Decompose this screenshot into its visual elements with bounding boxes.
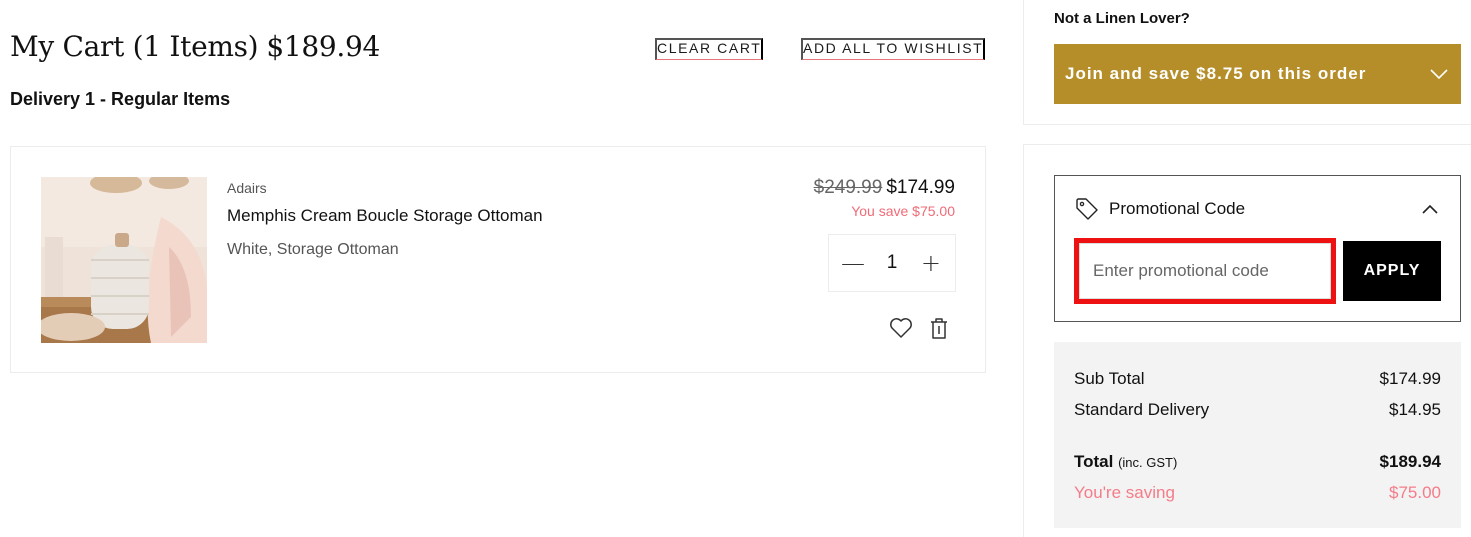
cart-title-text: My Cart (1 Items) [10, 30, 259, 63]
total-row: Total (inc. GST) $189.94 [1074, 452, 1441, 472]
total-label: Total [1074, 452, 1114, 471]
trash-icon[interactable] [929, 316, 949, 340]
add-all-to-wishlist-button[interactable]: ADD ALL TO WISHLIST [801, 38, 986, 60]
chevron-up-icon [1422, 204, 1438, 214]
promo-code-input[interactable] [1079, 243, 1331, 299]
subtotal-value: $174.99 [1379, 369, 1441, 388]
tag-icon [1076, 198, 1098, 220]
promo-code-section: Promotional Code APPLY [1054, 175, 1461, 322]
product-name[interactable]: Memphis Cream Boucle Storage Ottoman [227, 206, 543, 226]
cart-item: Adairs Memphis Cream Boucle Storage Otto… [10, 146, 986, 373]
you-save-text: You save $75.00 [851, 203, 955, 219]
membership-question: Not a Linen Lover? [1054, 10, 1190, 27]
join-and-save-label: Join and save $8.75 on this order [1065, 64, 1367, 83]
total-qualifier: (inc. GST) [1118, 455, 1178, 470]
subtotal-label: Sub Total [1074, 369, 1145, 388]
delivery-label: Standard Delivery [1074, 400, 1210, 419]
cart-total: $189.94 [266, 30, 380, 63]
price-block: $249.99 $174.99 You save $75.00 [814, 177, 955, 219]
quantity-value: 1 [886, 252, 898, 273]
saving-label: You're saving [1074, 483, 1175, 502]
heart-icon[interactable] [889, 317, 913, 339]
delivery-row: Standard Delivery $14.95 [1074, 400, 1441, 420]
total-label-group: Total (inc. GST) [1074, 452, 1177, 472]
total-value: $189.94 [1379, 452, 1441, 471]
join-and-save-toggle[interactable]: Join and save $8.75 on this order [1054, 44, 1461, 104]
delivery-value: $14.95 [1389, 400, 1441, 419]
price-row: $249.99 $174.99 [814, 177, 955, 199]
saving-row: You're saving $75.00 [1074, 483, 1441, 503]
apply-promo-button[interactable]: APPLY [1343, 241, 1441, 301]
product-variant: White, Storage Ottoman [227, 241, 399, 258]
original-price: $249.99 [813, 177, 883, 198]
promo-input-highlight [1074, 238, 1336, 304]
subtotal-row: Sub Total $174.99 [1074, 369, 1441, 389]
sale-price: $174.99 [886, 177, 955, 198]
product-brand: Adairs [227, 180, 267, 196]
delivery-heading: Delivery 1 - Regular Items [10, 89, 231, 109]
promo-code-toggle[interactable]: Promotional Code [1055, 194, 1460, 224]
chevron-down-icon [1430, 69, 1448, 79]
increase-quantity-button[interactable]: + [917, 249, 945, 277]
order-summary: Sub Total $174.99 Standard Delivery $14.… [1054, 342, 1461, 528]
quantity-stepper: — 1 + [828, 234, 956, 292]
decrease-quantity-button[interactable]: — [839, 249, 867, 277]
page-title: My Cart (1 Items) $189.94 [10, 30, 380, 63]
product-image[interactable] [41, 177, 207, 343]
saving-value: $75.00 [1389, 483, 1441, 502]
promo-code-label: Promotional Code [1109, 199, 1246, 218]
clear-cart-button[interactable]: CLEAR CART [655, 38, 764, 60]
